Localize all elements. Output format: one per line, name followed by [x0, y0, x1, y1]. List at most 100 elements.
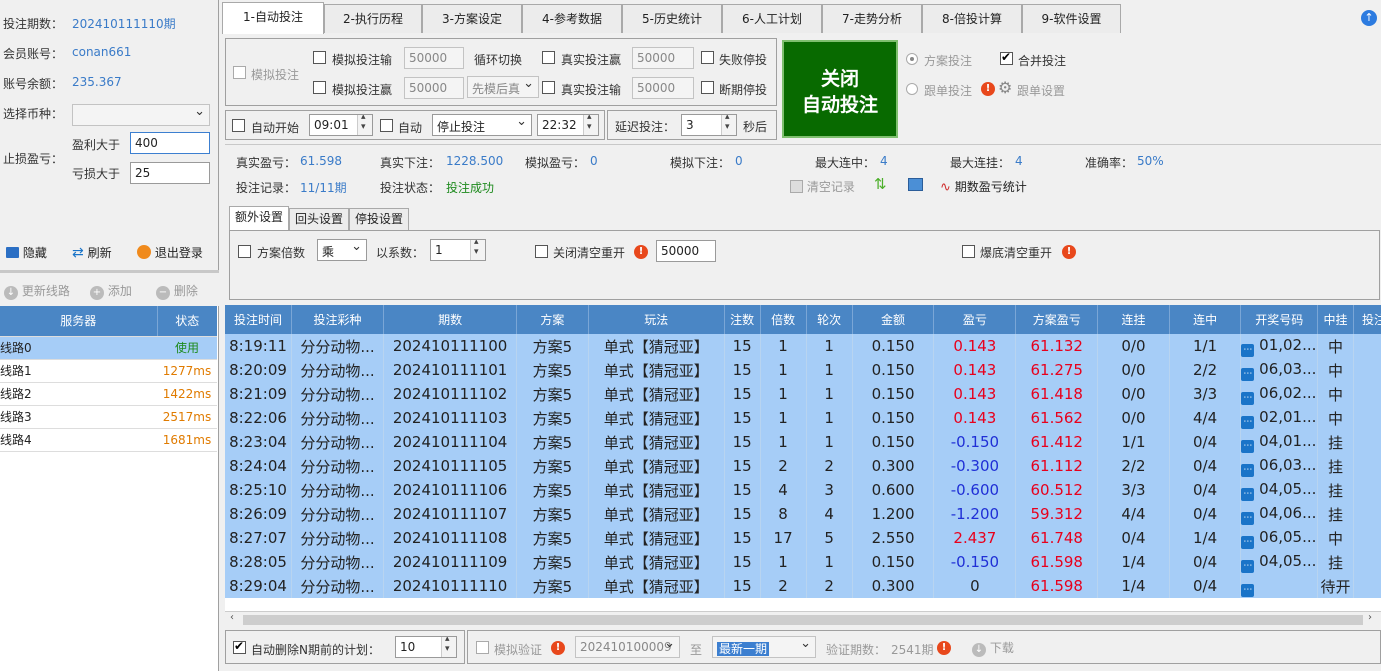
- scroll-thumb[interactable]: [243, 615, 1363, 625]
- column-header[interactable]: 方案盈亏: [1015, 305, 1099, 334]
- column-header[interactable]: 连挂: [1097, 305, 1170, 334]
- clear-record-button[interactable]: 清空记录: [790, 178, 855, 195]
- table-row[interactable]: 8:23:04 分分动物... 202410111104 方案5 单式【猜冠亚】 15 1 1…: [225, 430, 1381, 454]
- table-row[interactable]: 8:20:09 分分动物... 202410111101 方案5 单式【猜冠亚】 15 1 1…: [225, 358, 1381, 382]
- update-line-button[interactable]: ↓ 更新线路: [4, 282, 70, 300]
- add-button[interactable]: + 添加: [90, 282, 132, 300]
- column-header[interactable]: 投注时间: [225, 305, 292, 334]
- tab-manual-plan[interactable]: 6-人工计划: [722, 4, 822, 33]
- auto-delete-input[interactable]: 10: [395, 636, 457, 658]
- column-header[interactable]: 开奖号码: [1240, 305, 1319, 334]
- column-header[interactable]: 盈亏: [933, 305, 1017, 334]
- tab-plan-settings[interactable]: 3-方案设定: [422, 4, 522, 33]
- sim-verify-checkbox[interactable]: [476, 641, 489, 654]
- plan-bet-radio[interactable]: [906, 53, 918, 65]
- op-select[interactable]: 乘: [317, 239, 367, 261]
- real-loss-checkbox[interactable]: [542, 81, 555, 94]
- cycle-mode-select[interactable]: 先模后真: [467, 76, 539, 98]
- close-clear-checkbox[interactable]: [535, 245, 548, 258]
- horizontal-scrollbar[interactable]: ‹ ›: [225, 611, 1381, 628]
- auto-action-select[interactable]: 停止投注: [432, 114, 532, 136]
- merge-bet-checkbox[interactable]: [1000, 50, 1013, 65]
- detail-icon[interactable]: ⋯: [1241, 487, 1255, 501]
- plan-multi-checkbox[interactable]: [238, 245, 251, 258]
- table-row[interactable]: 8:27:07 分分动物... 202410111108 方案5 单式【猜冠亚】 15 17…: [225, 526, 1381, 550]
- delete-button[interactable]: − 删除: [156, 282, 198, 300]
- column-header[interactable]: 中挂: [1317, 305, 1354, 334]
- server-row[interactable]: 线路0 使用: [0, 336, 217, 360]
- from-period-select[interactable]: 202410100009: [575, 636, 680, 658]
- detail-icon[interactable]: ⋯: [1241, 391, 1255, 405]
- detail-icon[interactable]: ⋯: [1241, 559, 1255, 573]
- column-header[interactable]: 投注: [1353, 305, 1381, 334]
- sim-win-checkbox[interactable]: [313, 81, 326, 94]
- subtab-extra[interactable]: 额外设置: [229, 206, 289, 231]
- start-time-input[interactable]: 09:01: [309, 114, 373, 136]
- auto-delete-checkbox[interactable]: [233, 639, 246, 654]
- table-row[interactable]: 8:24:04 分分动物... 202410111105 方案5 单式【猜冠亚】 15 2 2…: [225, 454, 1381, 478]
- column-header[interactable]: 金额: [852, 305, 935, 334]
- end-time-input[interactable]: 22:32: [537, 114, 599, 136]
- column-header[interactable]: 方案: [516, 305, 589, 334]
- sim-bet-checkbox[interactable]: [233, 66, 246, 79]
- detail-icon[interactable]: ⋯: [1241, 415, 1255, 429]
- server-row[interactable]: 线路3 2517ms: [0, 405, 217, 429]
- delay-input[interactable]: 3: [681, 114, 737, 136]
- column-header[interactable]: 玩法: [588, 305, 725, 334]
- detail-icon[interactable]: ⋯: [1241, 511, 1255, 525]
- detail-icon[interactable]: ⋯: [1241, 439, 1255, 453]
- up-arrow-icon[interactable]: ↑: [1361, 10, 1377, 26]
- auto-start-checkbox[interactable]: [232, 119, 245, 132]
- tab-history[interactable]: 2-执行历程: [324, 4, 422, 33]
- table-row[interactable]: 8:26:09 分分动物... 202410111107 方案5 单式【猜冠亚】 15 8 4…: [225, 502, 1381, 526]
- server-row[interactable]: 线路4 1681ms: [0, 428, 217, 452]
- column-header[interactable]: 期数: [383, 305, 518, 334]
- column-header[interactable]: 倍数: [760, 305, 807, 334]
- real-win-input[interactable]: 50000: [632, 47, 694, 69]
- sim-loss-input[interactable]: 50000: [404, 47, 464, 69]
- tab-statistics[interactable]: 5-历史统计: [622, 4, 722, 33]
- real-win-checkbox[interactable]: [542, 51, 555, 64]
- burst-clear-checkbox[interactable]: [962, 245, 975, 258]
- auto-checkbox[interactable]: [380, 119, 393, 132]
- table-row[interactable]: 8:29:04 分分动物... 202410111110 方案5 单式【猜冠亚】 15 2 2…: [225, 574, 1381, 598]
- window-icon[interactable]: [908, 178, 923, 191]
- follow-settings-button[interactable]: 跟单设置: [1017, 82, 1065, 99]
- tab-reference[interactable]: 4-参考数据: [522, 4, 622, 33]
- column-header[interactable]: 连中: [1169, 305, 1242, 334]
- tab-software-settings[interactable]: 9-软件设置: [1022, 4, 1121, 33]
- follow-bet-radio[interactable]: [906, 83, 918, 95]
- to-period-select[interactable]: 最新一期: [712, 636, 816, 658]
- updown-arrow-icon[interactable]: ⇅: [874, 175, 887, 193]
- real-loss-input[interactable]: 50000: [632, 77, 694, 99]
- server-row[interactable]: 线路2 1422ms: [0, 382, 217, 406]
- tab-multiplier[interactable]: 8-倍投计算: [922, 4, 1022, 33]
- detail-icon[interactable]: ⋯: [1241, 583, 1255, 597]
- fail-stop-checkbox[interactable]: [701, 51, 714, 64]
- table-row[interactable]: 8:22:06 分分动物... 202410111103 方案5 单式【猜冠亚】 15 1 1…: [225, 406, 1381, 430]
- close-auto-bet-button[interactable]: 关闭 自动投注: [782, 40, 898, 138]
- server-row[interactable]: 线路1 1277ms: [0, 359, 217, 383]
- period-stat-button[interactable]: ∿ 期数盈亏统计: [940, 178, 1027, 195]
- table-row[interactable]: 8:25:10 分分动物... 202410111106 方案5 单式【猜冠亚】 15 4 3…: [225, 478, 1381, 502]
- sim-win-input[interactable]: 50000: [404, 77, 464, 99]
- table-row[interactable]: 8:19:11 分分动物... 202410111100 方案5 单式【猜冠亚】 15 1 1…: [225, 334, 1381, 358]
- tab-auto-bet[interactable]: 1-自动投注: [222, 2, 324, 34]
- refresh-button[interactable]: ⇄ 刷新: [72, 244, 112, 261]
- sim-loss-checkbox[interactable]: [313, 51, 326, 64]
- coef-input[interactable]: 1: [430, 239, 486, 261]
- table-row[interactable]: 8:21:09 分分动物... 202410111102 方案5 单式【猜冠亚】 15 1 1…: [225, 382, 1381, 406]
- logout-button[interactable]: 退出登录: [137, 244, 203, 261]
- tab-trend[interactable]: 7-走势分析: [822, 4, 922, 33]
- detail-icon[interactable]: ⋯: [1241, 343, 1255, 357]
- column-header[interactable]: 注数: [724, 305, 761, 334]
- close-clear-input[interactable]: 50000: [656, 240, 716, 262]
- subtab-stop[interactable]: 停投设置: [349, 208, 409, 230]
- detail-icon[interactable]: ⋯: [1241, 367, 1255, 381]
- download-button[interactable]: ↓ 下载: [972, 639, 1014, 657]
- table-row[interactable]: 8:28:05 分分动物... 202410111109 方案5 单式【猜冠亚】 15 1 1…: [225, 550, 1381, 574]
- detail-icon[interactable]: ⋯: [1241, 463, 1255, 477]
- currency-select[interactable]: [72, 104, 210, 126]
- hide-button[interactable]: 隐藏: [6, 244, 47, 261]
- break-stop-checkbox[interactable]: [701, 81, 714, 94]
